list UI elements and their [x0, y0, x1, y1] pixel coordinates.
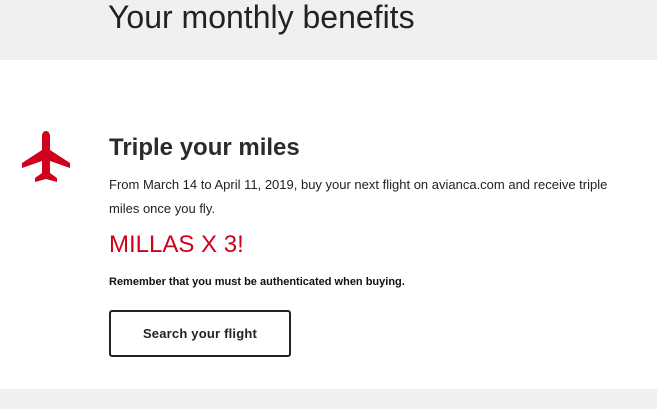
benefit-title: Triple your miles [109, 134, 300, 161]
promo-text: MILLAS X 3! [109, 231, 244, 258]
page-title: Your monthly benefits [108, 0, 415, 35]
airplane-icon [22, 131, 70, 182]
authentication-note: Remember that you must be authenticated … [109, 276, 405, 288]
footer-band [0, 389, 657, 409]
benefit-card [0, 60, 657, 389]
search-flight-button[interactable]: Search your flight [109, 310, 291, 357]
benefit-description: From March 14 to April 11, 2019, buy you… [109, 177, 608, 216]
